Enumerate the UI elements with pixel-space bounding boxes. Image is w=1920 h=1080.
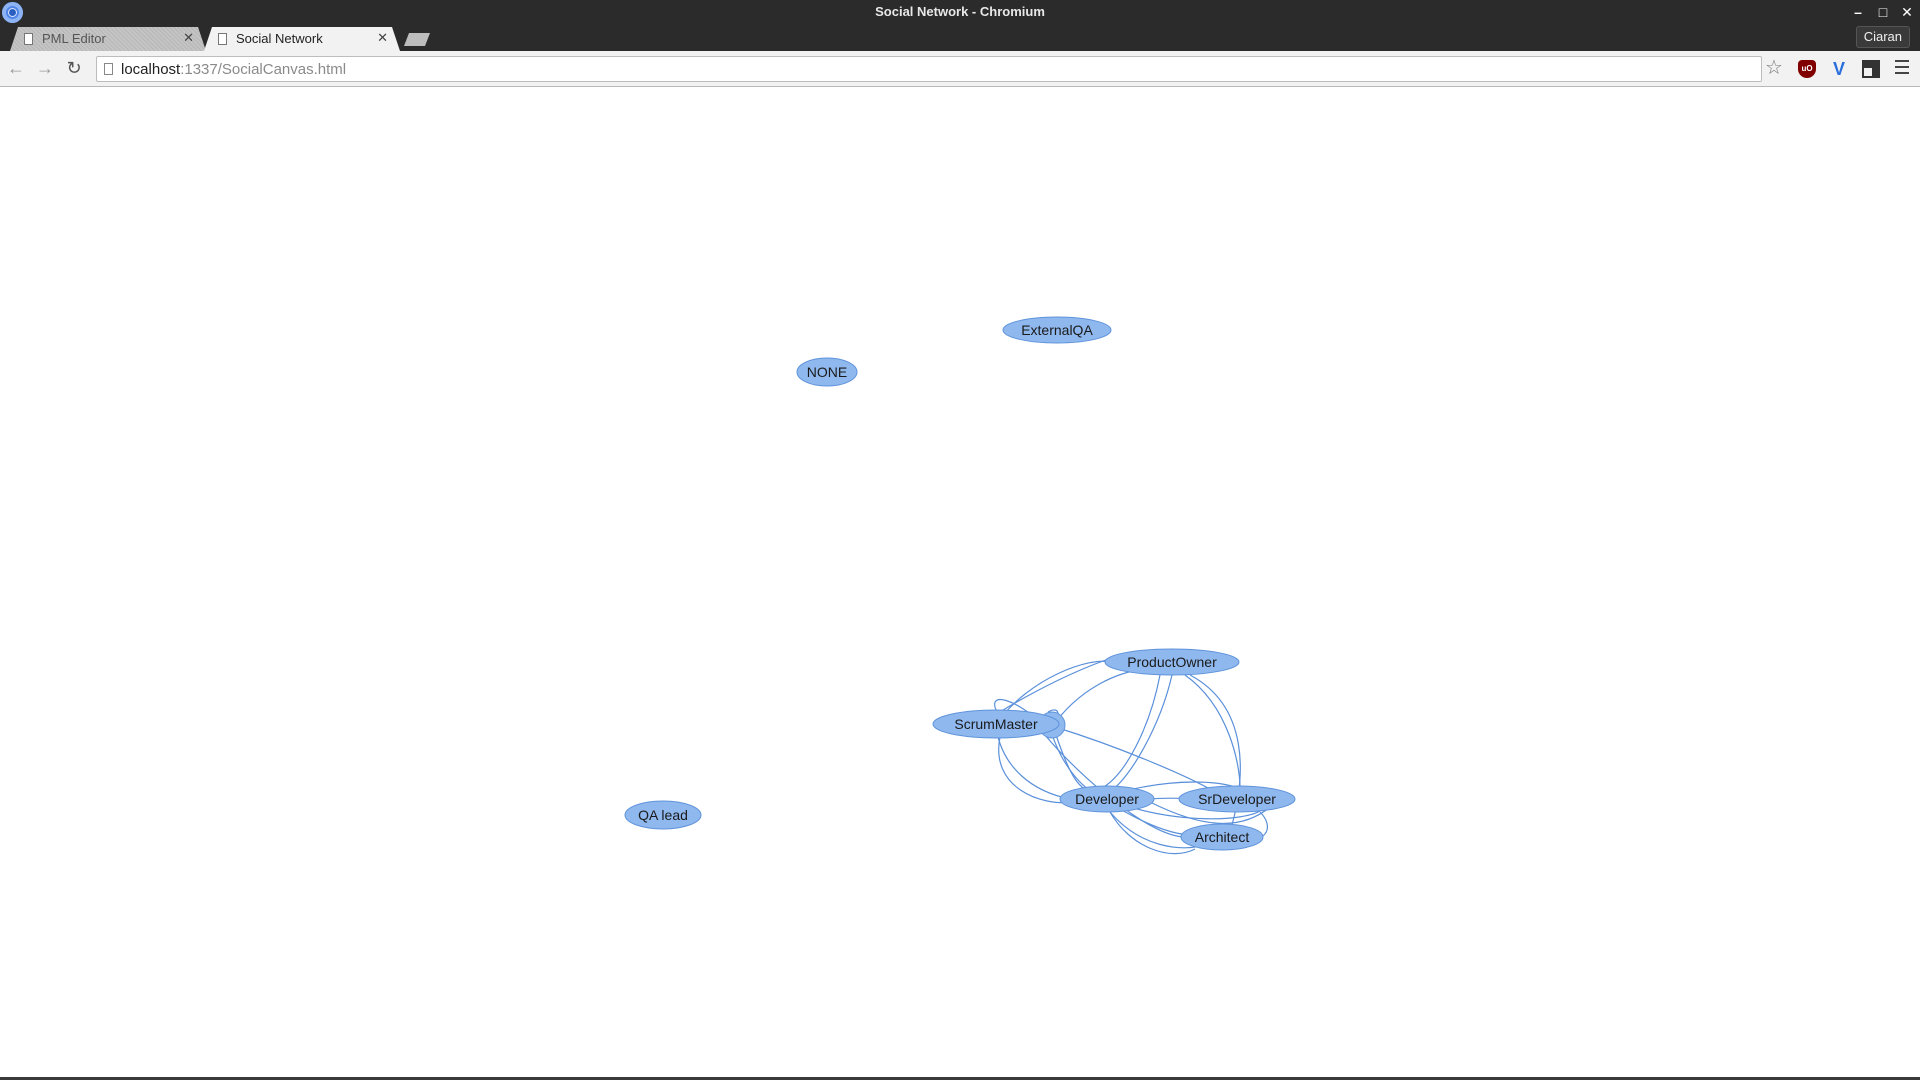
chrome-menu-icon[interactable] bbox=[1895, 60, 1909, 76]
tab-grid-icon[interactable] bbox=[1862, 60, 1880, 78]
bookmark-star-icon[interactable]: ☆ bbox=[1765, 57, 1783, 79]
close-tab-icon[interactable]: ✕ bbox=[377, 30, 388, 46]
node-label: NONE bbox=[807, 364, 847, 380]
graph-edge bbox=[998, 736, 1076, 804]
node-label: ExternalQA bbox=[1021, 322, 1093, 338]
graph-node-srdeveloper[interactable]: SrDeveloper bbox=[1178, 785, 1296, 813]
page-icon bbox=[24, 33, 33, 45]
node-label: ScrumMaster bbox=[954, 716, 1038, 732]
tab-label: PML Editor bbox=[42, 31, 106, 46]
node-label: Architect bbox=[1195, 829, 1250, 845]
maximize-icon[interactable]: □ bbox=[1873, 2, 1893, 22]
graph-node-scrummaster[interactable]: ScrumMaster bbox=[932, 709, 1060, 739]
graph-nodes: ExternalQA NONE ProductOwner ScrumMaster Dev… bbox=[624, 316, 1296, 851]
forward-button[interactable]: → bbox=[34, 57, 56, 79]
tab-strip: PML Editor ✕ Social Network ✕ bbox=[0, 25, 1920, 51]
graph-edges bbox=[994, 651, 1271, 855]
address-bar[interactable]: localhost:1337/SocialCanvas.html bbox=[96, 56, 1762, 82]
reload-button[interactable]: ↻ bbox=[63, 57, 85, 79]
graph-node-qalead[interactable]: QA lead bbox=[624, 800, 702, 830]
node-label: SrDeveloper bbox=[1198, 791, 1276, 807]
graph-svg: ExternalQA NONE ProductOwner ScrumMaster Dev… bbox=[624, 316, 1296, 855]
tab-social-network[interactable]: Social Network ✕ bbox=[204, 27, 400, 51]
graph-node-none[interactable]: NONE bbox=[796, 357, 858, 387]
graph-edge bbox=[1099, 674, 1161, 790]
window-title-bar: Social Network - Chromium – □ ✕ bbox=[0, 0, 1920, 25]
url-text: localhost:1337/SocialCanvas.html bbox=[121, 61, 346, 78]
graph-node-externalqa[interactable]: ExternalQA bbox=[1002, 316, 1112, 344]
node-label: QA lead bbox=[638, 807, 688, 823]
graph-node-productowner[interactable]: ProductOwner bbox=[1104, 648, 1240, 676]
graph-node-developer[interactable]: Developer bbox=[1059, 785, 1155, 813]
vimium-icon[interactable]: V bbox=[1830, 60, 1848, 78]
window-title: Social Network - Chromium bbox=[875, 4, 1045, 19]
node-label: ProductOwner bbox=[1127, 654, 1217, 670]
node-label: Developer bbox=[1075, 791, 1139, 807]
social-canvas[interactable]: ExternalQA NONE ProductOwner ScrumMaster Dev… bbox=[0, 87, 1920, 1077]
back-button[interactable]: ← bbox=[5, 57, 27, 79]
page-info-icon[interactable] bbox=[104, 63, 113, 75]
page-icon bbox=[218, 33, 227, 45]
graph-edge bbox=[1054, 731, 1096, 793]
url-host: localhost bbox=[121, 61, 181, 78]
minimize-icon[interactable]: – bbox=[1848, 2, 1868, 22]
profile-button[interactable]: Ciaran bbox=[1855, 26, 1910, 48]
ublock-origin-icon[interactable]: uO bbox=[1798, 60, 1816, 78]
tab-pml-editor[interactable]: PML Editor ✕ bbox=[10, 27, 206, 51]
graph-edge bbox=[1051, 669, 1141, 728]
browser-toolbar: ← → ↻ localhost:1337/SocialCanvas.html ☆… bbox=[0, 51, 1920, 87]
url-path: :1337/SocialCanvas.html bbox=[180, 61, 347, 78]
tab-label: Social Network bbox=[236, 31, 323, 46]
graph-node-architect[interactable]: Architect bbox=[1180, 823, 1264, 851]
close-window-icon[interactable]: ✕ bbox=[1897, 2, 1917, 22]
close-tab-icon[interactable]: ✕ bbox=[183, 30, 194, 46]
